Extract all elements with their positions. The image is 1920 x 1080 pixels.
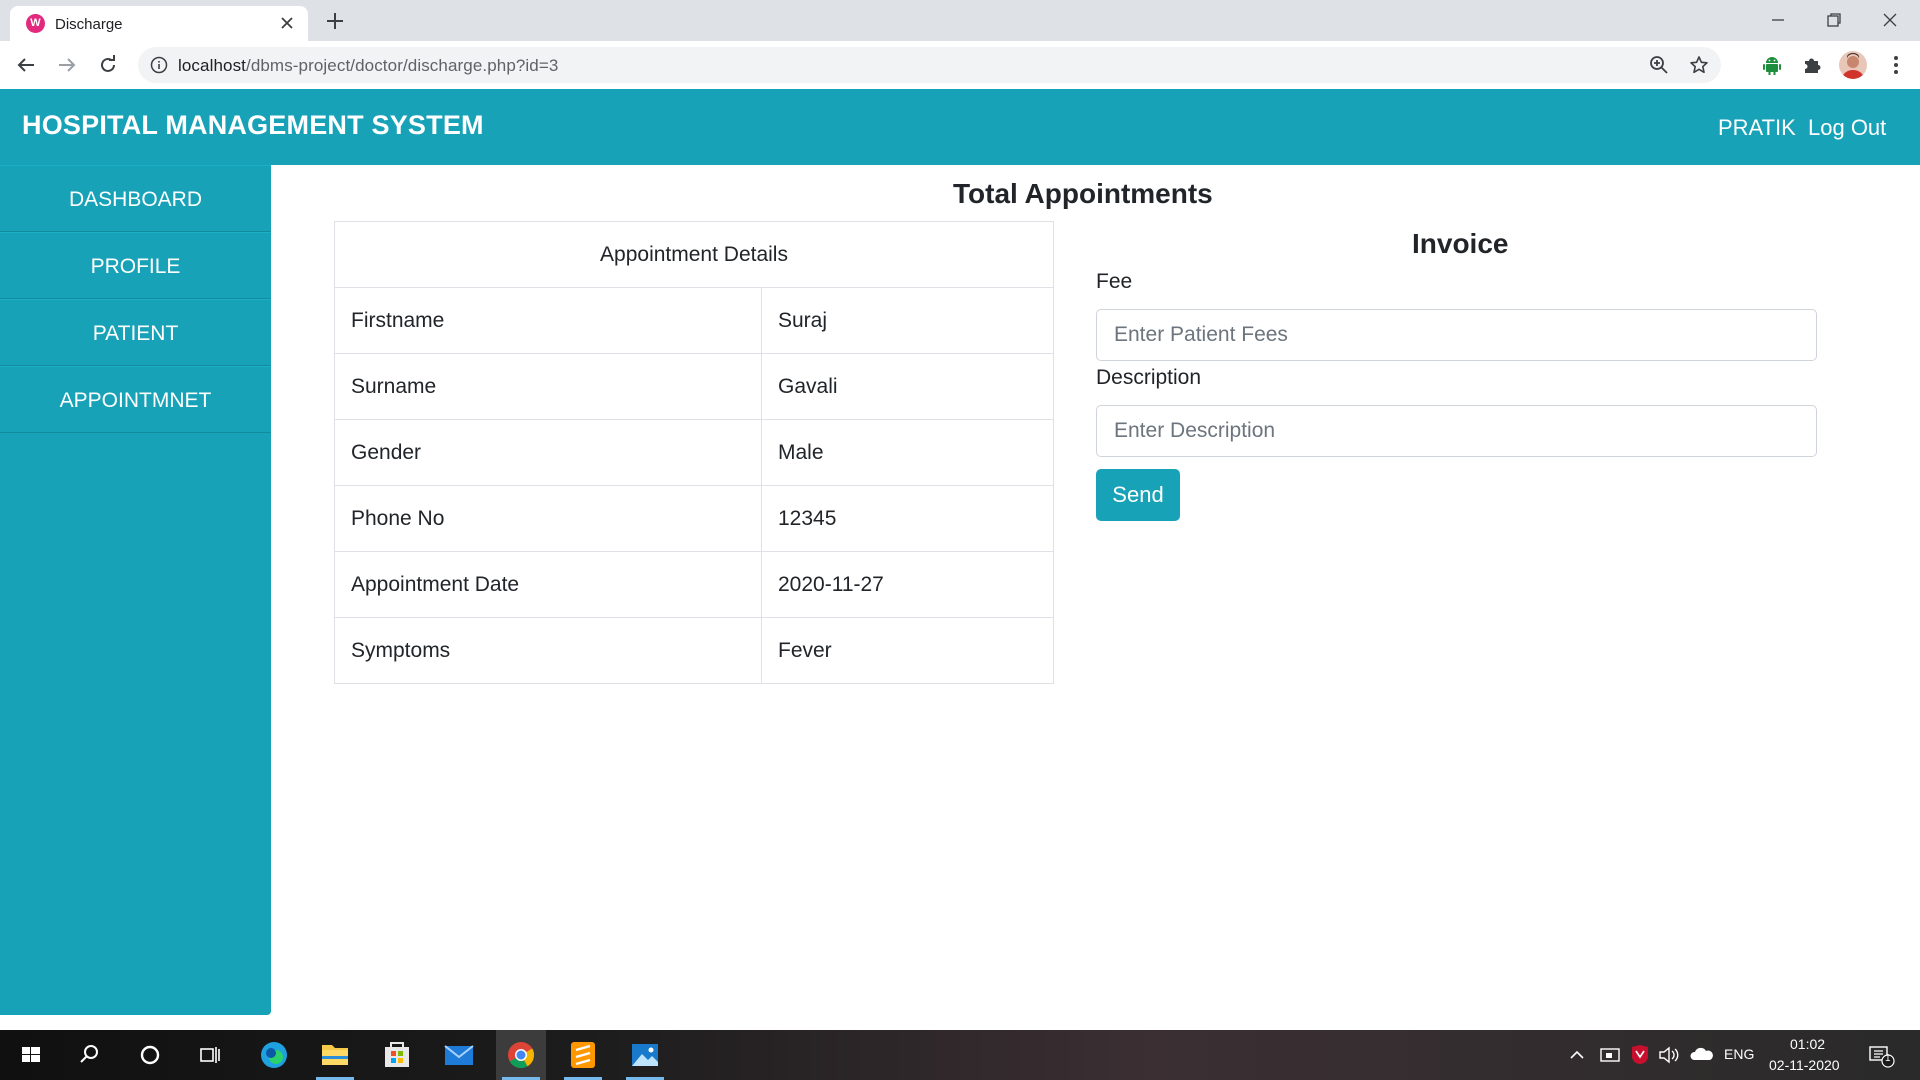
reload-icon[interactable] <box>96 53 120 77</box>
sidebar-item-appointment[interactable]: APPOINTMNET <box>0 366 271 433</box>
tab-title: Discharge <box>55 16 123 33</box>
profile-avatar[interactable] <box>1839 51 1867 79</box>
onedrive-cloud-icon[interactable] <box>1688 1040 1716 1070</box>
photos-app-icon[interactable] <box>620 1030 670 1080</box>
url-path: /dbms-project/doctor/discharge.php?id=3 <box>246 56 559 75</box>
taskbar: ENG 01:02 02-11-2020 1 <box>0 1030 1920 1080</box>
logout-link[interactable]: Log Out <box>1808 115 1886 141</box>
sidebar-item-profile[interactable]: PROFILE <box>0 232 271 299</box>
clock-date[interactable]: 02-11-2020 <box>1769 1057 1840 1073</box>
table-row: Phone No 12345 <box>334 485 1054 552</box>
table-row: Symptoms Fever <box>334 617 1054 684</box>
url-host: localhost <box>178 56 246 75</box>
row-value: Fever <box>761 617 1054 684</box>
minimize-icon[interactable] <box>1766 8 1790 32</box>
search-icon[interactable] <box>74 1040 104 1070</box>
row-key: Phone No <box>334 485 762 552</box>
row-key: Gender <box>334 419 762 486</box>
windows-start-icon[interactable] <box>16 1040 46 1070</box>
notifications-icon[interactable]: 1 <box>1866 1040 1900 1070</box>
restore-icon[interactable] <box>1822 8 1846 32</box>
description-label: Description <box>1096 366 1202 389</box>
table-row: Gender Male <box>334 419 1054 486</box>
close-window-icon[interactable] <box>1878 8 1902 32</box>
description-input[interactable] <box>1096 405 1817 457</box>
android-extension-icon[interactable] <box>1760 53 1784 77</box>
mail-app-icon[interactable] <box>434 1030 484 1080</box>
row-value: 2020-11-27 <box>761 551 1054 618</box>
row-key: Appointment Date <box>334 551 762 618</box>
row-key: Firstname <box>334 287 762 354</box>
row-value: 12345 <box>761 485 1054 552</box>
row-value: Suraj <box>761 287 1054 354</box>
antivirus-shield-icon[interactable] <box>1628 1040 1652 1070</box>
chrome-app-icon[interactable] <box>496 1030 546 1080</box>
user-name-link[interactable]: PRATIK <box>1718 115 1796 141</box>
store-app-icon[interactable] <box>372 1030 422 1080</box>
appointment-details-table: Appointment Details Firstname Suraj Surn… <box>334 221 1054 684</box>
bookmark-star-icon[interactable] <box>1689 55 1709 75</box>
row-value: Male <box>761 419 1054 486</box>
fee-input[interactable] <box>1096 309 1817 361</box>
back-arrow-icon[interactable] <box>14 53 38 77</box>
app-header: HOSPITAL MANAGEMENT SYSTEM PRATIK Log Ou… <box>0 89 1920 165</box>
device-tray-icon[interactable] <box>1598 1040 1622 1070</box>
edge-app-icon[interactable] <box>249 1030 299 1080</box>
send-button[interactable]: Send <box>1096 469 1180 521</box>
address-bar[interactable]: localhost/dbms-project/doctor/discharge.… <box>138 47 1721 83</box>
new-tab-icon[interactable] <box>324 10 346 32</box>
cortana-icon[interactable] <box>135 1040 165 1070</box>
sublime-text-icon[interactable] <box>558 1030 608 1080</box>
task-view-icon[interactable] <box>195 1040 225 1070</box>
tab-close-icon[interactable] <box>278 14 296 32</box>
row-key: Surname <box>334 353 762 420</box>
language-indicator[interactable]: ENG <box>1724 1046 1754 1062</box>
table-row: Appointment Date 2020-11-27 <box>334 551 1054 618</box>
notification-count: 1 <box>1885 1053 1891 1064</box>
clock-time[interactable]: 01:02 <box>1790 1036 1825 1052</box>
sidebar-item-dashboard[interactable]: DASHBOARD <box>0 165 271 232</box>
browser-tab-strip: W Discharge <box>0 0 1920 41</box>
site-favicon-icon: W <box>26 14 45 33</box>
row-value: Gavali <box>761 353 1054 420</box>
table-row: Surname Gavali <box>334 353 1054 420</box>
sidebar-item-patient[interactable]: PATIENT <box>0 299 271 366</box>
browser-toolbar: localhost/dbms-project/doctor/discharge.… <box>0 41 1920 90</box>
table-row: Firstname Suraj <box>334 287 1054 354</box>
site-info-icon[interactable] <box>150 56 168 74</box>
browser-menu-icon[interactable] <box>1884 53 1908 77</box>
forward-arrow-icon[interactable] <box>55 53 79 77</box>
volume-icon[interactable] <box>1656 1040 1682 1070</box>
table-header: Appointment Details <box>334 221 1054 288</box>
browser-tab[interactable]: W Discharge <box>10 6 308 41</box>
file-explorer-icon[interactable] <box>310 1030 360 1080</box>
url-text: localhost/dbms-project/doctor/discharge.… <box>178 56 558 76</box>
page-title: Total Appointments <box>953 178 1213 209</box>
table-header-row: Appointment Details <box>334 221 1054 288</box>
sidebar: DASHBOARD PROFILE PATIENT APPOINTMNET <box>0 165 271 1015</box>
invoice-title: Invoice <box>1412 228 1509 259</box>
extensions-puzzle-icon[interactable] <box>1800 53 1824 77</box>
fee-label: Fee <box>1096 270 1133 293</box>
show-hidden-icons-chevron-icon[interactable] <box>1566 1040 1588 1070</box>
brand-title[interactable]: HOSPITAL MANAGEMENT SYSTEM <box>22 110 484 141</box>
row-key: Symptoms <box>334 617 762 684</box>
zoom-icon[interactable] <box>1649 55 1669 75</box>
